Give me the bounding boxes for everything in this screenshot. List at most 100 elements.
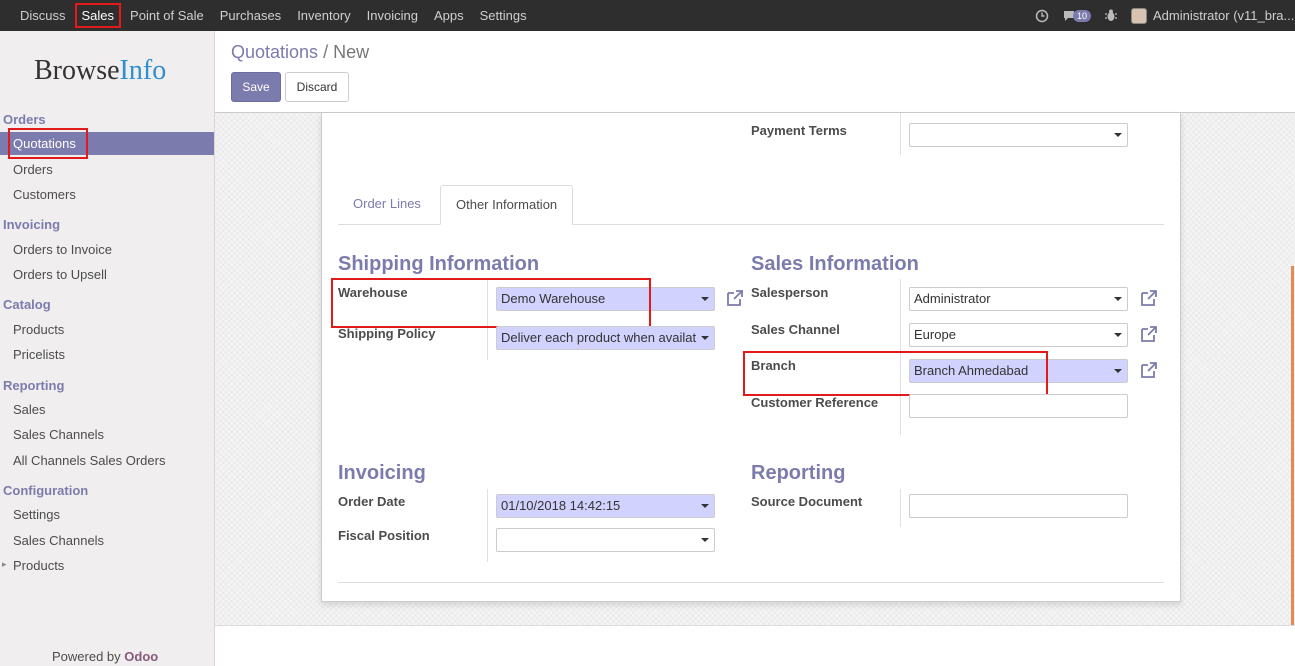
menu-settings[interactable]: Settings	[472, 0, 535, 31]
external-link-icon[interactable]	[1139, 360, 1159, 380]
control-panel: Quotations / New Save Discard	[215, 31, 1295, 113]
fiscal-position-select[interactable]	[496, 528, 715, 552]
sidebar-item-label: Products	[13, 558, 65, 573]
sidebar-item-products[interactable]: Products	[13, 322, 64, 337]
payment-terms-label: Payment Terms	[751, 123, 847, 138]
form-sheet: Payment Terms Order Lines Other Informat…	[321, 113, 1181, 602]
external-link-icon[interactable]	[1139, 324, 1159, 344]
notebook-tabs: Order Lines Other Information	[338, 185, 1164, 225]
logo-browse-text: Browse	[34, 55, 120, 86]
sidebar-item-all-channels-sales-orders[interactable]: All Channels Sales Orders	[13, 453, 165, 468]
odoo-link[interactable]: Odoo	[124, 649, 158, 664]
powered-by: Powered by Odoo	[52, 649, 158, 664]
chevron-down-icon	[1114, 297, 1122, 301]
sidebar-section-orders[interactable]: Orders	[3, 112, 46, 127]
menu-inventory[interactable]: Inventory	[289, 0, 358, 31]
breadcrumb: Quotations / New	[231, 42, 369, 63]
menu-apps[interactable]: Apps	[426, 0, 472, 31]
sidebar-item-quotations[interactable]: Quotations	[0, 128, 214, 159]
customer-reference-input[interactable]	[909, 394, 1128, 418]
save-button[interactable]: Save	[231, 72, 281, 102]
sidebar-section-invoicing[interactable]: Invoicing	[3, 217, 60, 232]
sales-channel-value: Europe	[914, 327, 956, 342]
divider	[900, 113, 901, 155]
sidebar-item-sales[interactable]: Sales	[13, 402, 46, 417]
expand-caret-icon[interactable]: ▸	[2, 559, 7, 570]
sidebar-item-settings[interactable]: Settings	[13, 507, 60, 522]
shipping-policy-label: Shipping Policy	[338, 326, 436, 341]
breadcrumb-quotations[interactable]: Quotations	[231, 42, 318, 62]
menu-discuss[interactable]: Discuss	[12, 0, 74, 31]
fiscal-position-label: Fiscal Position	[338, 528, 430, 543]
shipping-policy-value: Deliver each product when availat	[501, 330, 697, 345]
divider	[900, 489, 901, 527]
divider	[487, 489, 488, 562]
reporting-heading: Reporting	[751, 462, 846, 484]
sales-channel-select[interactable]: Europe	[909, 323, 1128, 347]
customer-reference-label: Customer Reference	[751, 395, 879, 410]
form-bottom-divider	[338, 582, 1164, 583]
messages-icon[interactable]: 10	[1063, 9, 1091, 22]
salesperson-select[interactable]: Administrator	[909, 287, 1128, 311]
user-avatar[interactable]	[1131, 7, 1147, 24]
source-document-label: Source Document	[751, 494, 863, 509]
chevron-down-icon	[1114, 333, 1122, 337]
order-date-label: Order Date	[338, 494, 406, 509]
sidebar-item-orders-to-upsell[interactable]: Orders to Upsell	[13, 267, 107, 282]
chevron-down-icon	[701, 297, 709, 301]
chevron-down-icon	[1114, 133, 1122, 137]
chevron-down-icon	[701, 504, 709, 508]
chevron-down-icon	[701, 336, 709, 340]
chatter-area	[215, 625, 1295, 666]
systray: 10 Administrator (v11_bra...	[1035, 0, 1295, 31]
scrollbar[interactable]	[1287, 113, 1295, 625]
payment-terms-select[interactable]	[909, 123, 1128, 147]
sidebar-section-catalog[interactable]: Catalog	[3, 297, 51, 312]
breadcrumb-separator: /	[323, 42, 329, 62]
app-menu: Discuss Sales Point of Sale Purchases In…	[12, 0, 535, 31]
top-navbar: Discuss Sales Point of Sale Purchases In…	[0, 0, 1295, 31]
form-view: Payment Terms Order Lines Other Informat…	[215, 113, 1295, 625]
invoicing-heading: Invoicing	[338, 462, 426, 484]
sales-information-heading: Sales Information	[751, 253, 919, 275]
activity-clock-icon[interactable]	[1035, 9, 1049, 23]
sidebar-item-pricelists[interactable]: Pricelists	[13, 347, 65, 362]
shipping-policy-select[interactable]: Deliver each product when availat	[496, 326, 715, 350]
menu-purchases[interactable]: Purchases	[212, 0, 289, 31]
quotations-highlight-box	[8, 128, 88, 159]
chevron-down-icon	[701, 538, 709, 542]
sidebar-item-orders[interactable]: Orders	[13, 162, 53, 177]
scrollbar-thumb[interactable]	[1291, 266, 1294, 625]
sidebar-section-configuration[interactable]: Configuration	[3, 483, 88, 498]
sales-channel-label: Sales Channel	[751, 322, 840, 337]
menu-point-of-sale[interactable]: Point of Sale	[122, 0, 212, 31]
salesperson-label: Salesperson	[751, 285, 829, 300]
tab-order-lines[interactable]: Order Lines	[338, 185, 436, 225]
sidebar: BrowseInfo Orders Quotations Orders Cust…	[0, 31, 215, 666]
source-document-input[interactable]	[909, 494, 1128, 518]
sidebar-item-orders-to-invoice[interactable]: Orders to Invoice	[13, 242, 112, 257]
sidebar-item-customers[interactable]: Customers	[13, 187, 76, 202]
sidebar-item-sales-channels[interactable]: Sales Channels	[13, 427, 104, 442]
external-link-icon[interactable]	[725, 288, 745, 308]
tab-other-information[interactable]: Other Information	[440, 185, 574, 225]
order-date-picker[interactable]: 01/10/2018 14:42:15	[496, 494, 715, 518]
warehouse-highlight-box	[331, 278, 651, 328]
order-date-value: 01/10/2018 14:42:15	[501, 498, 621, 513]
discard-button[interactable]: Discard	[285, 72, 349, 102]
powered-by-text: Powered by	[52, 649, 121, 664]
logo-info-text: Info	[119, 55, 167, 86]
sidebar-section-reporting[interactable]: Reporting	[3, 378, 64, 393]
company-logo: BrowseInfo	[34, 55, 166, 87]
menu-sales[interactable]: Sales	[74, 0, 123, 31]
external-link-icon[interactable]	[1139, 288, 1159, 308]
branch-highlight-box	[743, 351, 1048, 396]
sidebar-item-config-sales-channels[interactable]: Sales Channels	[13, 533, 104, 548]
user-menu[interactable]: Administrator (v11_bra...	[1153, 8, 1295, 23]
salesperson-value: Administrator	[914, 291, 991, 306]
chevron-down-icon	[1114, 369, 1122, 373]
message-count-badge: 10	[1072, 9, 1091, 22]
debug-bug-icon[interactable]	[1105, 9, 1117, 22]
menu-invoicing[interactable]: Invoicing	[359, 0, 426, 31]
sidebar-item-config-products[interactable]: ▸ Products	[2, 558, 65, 573]
